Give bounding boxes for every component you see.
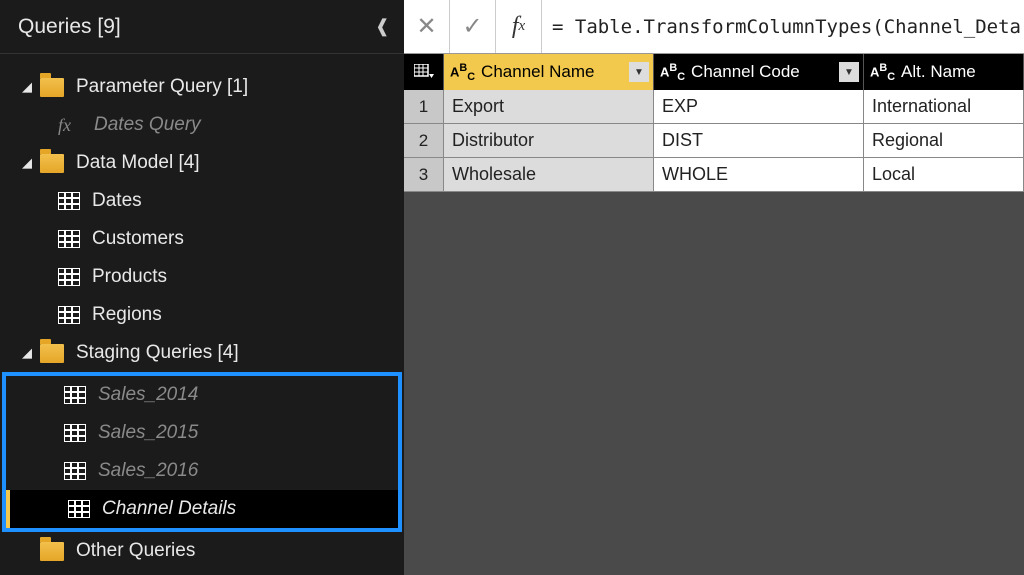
column-label: Channel Name — [481, 62, 594, 82]
table-icon — [58, 192, 80, 210]
cell[interactable]: DIST — [654, 124, 864, 157]
folder-icon — [40, 78, 64, 97]
cell[interactable]: Wholesale — [444, 158, 654, 191]
sidebar-title: Queries [9] — [18, 15, 121, 39]
query-label: Channel Details — [102, 498, 236, 520]
query-label: Customers — [92, 228, 184, 250]
formula-input[interactable]: = Table.TransformColumnTypes(Channel_Det… — [542, 16, 1024, 38]
query-label: Dates Query — [94, 114, 201, 136]
column-filter-icon[interactable]: ▼ — [629, 62, 649, 82]
queries-sidebar: Queries [9] ❰ ◢ Parameter Query [1] fx D… — [0, 0, 404, 575]
table-menu-button[interactable] — [404, 54, 444, 90]
query-label: Sales_2015 — [98, 422, 198, 444]
table-icon — [68, 500, 90, 518]
folder-parameter-query[interactable]: ◢ Parameter Query [1] — [0, 68, 404, 106]
column-label: Channel Code — [691, 62, 800, 82]
column-header-alt-name[interactable]: ABC Alt. Name — [864, 54, 1024, 90]
folder-label: Parameter Query [1] — [76, 76, 248, 98]
cell[interactable]: International — [864, 90, 1024, 123]
folder-icon — [40, 542, 64, 561]
cell[interactable]: EXP — [654, 90, 864, 123]
cell[interactable]: Local — [864, 158, 1024, 191]
query-label: Products — [92, 266, 167, 288]
data-grid: ABC Channel Name ▼ ABC Channel Code ▼ AB… — [404, 54, 1024, 192]
queries-tree: ◢ Parameter Query [1] fx Dates Query ◢ D… — [0, 54, 404, 570]
query-sales-2015[interactable]: Sales_2015 — [6, 414, 398, 452]
query-label: Regions — [92, 304, 162, 326]
table-icon — [64, 462, 86, 480]
table-icon — [64, 424, 86, 442]
main-area: ✕ ✓ fx = Table.TransformColumnTypes(Chan… — [404, 0, 1024, 575]
folder-data-model[interactable]: ◢ Data Model [4] — [0, 144, 404, 182]
table-row[interactable]: 2 Distributor DIST Regional — [404, 124, 1024, 158]
query-label: Sales_2016 — [98, 460, 198, 482]
query-label: Sales_2014 — [98, 384, 198, 406]
highlight-box: Sales_2014 Sales_2015 Sales_2016 Channel… — [2, 372, 402, 532]
cell[interactable]: Distributor — [444, 124, 654, 157]
folder-label: Other Queries — [76, 540, 195, 562]
table-row[interactable]: 3 Wholesale WHOLE Local — [404, 158, 1024, 192]
caret-icon: ◢ — [22, 155, 40, 171]
query-sales-2016[interactable]: Sales_2016 — [6, 452, 398, 490]
query-label: Dates — [92, 190, 142, 212]
query-dates[interactable]: Dates — [0, 182, 404, 220]
sidebar-header: Queries [9] ❰ — [0, 0, 404, 54]
table-icon — [58, 230, 80, 248]
query-dates-query[interactable]: fx Dates Query — [0, 106, 404, 144]
query-customers[interactable]: Customers — [0, 220, 404, 258]
caret-icon: ◢ — [22, 79, 40, 95]
cancel-formula-button[interactable]: ✕ — [404, 0, 450, 53]
row-number: 3 — [404, 158, 444, 191]
column-header-channel-code[interactable]: ABC Channel Code ▼ — [654, 54, 864, 90]
query-sales-2014[interactable]: Sales_2014 — [6, 376, 398, 414]
query-channel-details[interactable]: Channel Details — [6, 490, 398, 528]
row-number: 2 — [404, 124, 444, 157]
folder-label: Data Model [4] — [76, 152, 200, 174]
column-filter-icon[interactable]: ▼ — [839, 62, 859, 82]
fx-icon[interactable]: fx — [496, 0, 542, 53]
cell[interactable]: Regional — [864, 124, 1024, 157]
column-header-channel-name[interactable]: ABC Channel Name ▼ — [444, 54, 654, 90]
text-type-icon: ABC — [870, 62, 895, 83]
formula-bar: ✕ ✓ fx = Table.TransformColumnTypes(Chan… — [404, 0, 1024, 54]
fx-icon: fx — [58, 115, 82, 136]
text-type-icon: ABC — [660, 62, 685, 83]
text-type-icon: ABC — [450, 62, 475, 83]
folder-label: Staging Queries [4] — [76, 342, 239, 364]
folder-icon — [40, 344, 64, 363]
folder-staging-queries[interactable]: ◢ Staging Queries [4] — [0, 334, 404, 372]
table-icon — [58, 306, 80, 324]
column-label: Alt. Name — [901, 62, 976, 82]
cell[interactable]: Export — [444, 90, 654, 123]
commit-formula-button[interactable]: ✓ — [450, 0, 496, 53]
query-products[interactable]: Products — [0, 258, 404, 296]
row-number: 1 — [404, 90, 444, 123]
query-regions[interactable]: Regions — [0, 296, 404, 334]
table-icon — [58, 268, 80, 286]
grid-header-row: ABC Channel Name ▼ ABC Channel Code ▼ AB… — [404, 54, 1024, 90]
table-row[interactable]: 1 Export EXP International — [404, 90, 1024, 124]
table-icon — [64, 386, 86, 404]
cell[interactable]: WHOLE — [654, 158, 864, 191]
caret-icon: ◢ — [22, 345, 40, 361]
collapse-sidebar-icon[interactable]: ❰ — [375, 16, 390, 37]
folder-icon — [40, 154, 64, 173]
folder-other-queries[interactable]: ◢ Other Queries — [0, 532, 404, 570]
